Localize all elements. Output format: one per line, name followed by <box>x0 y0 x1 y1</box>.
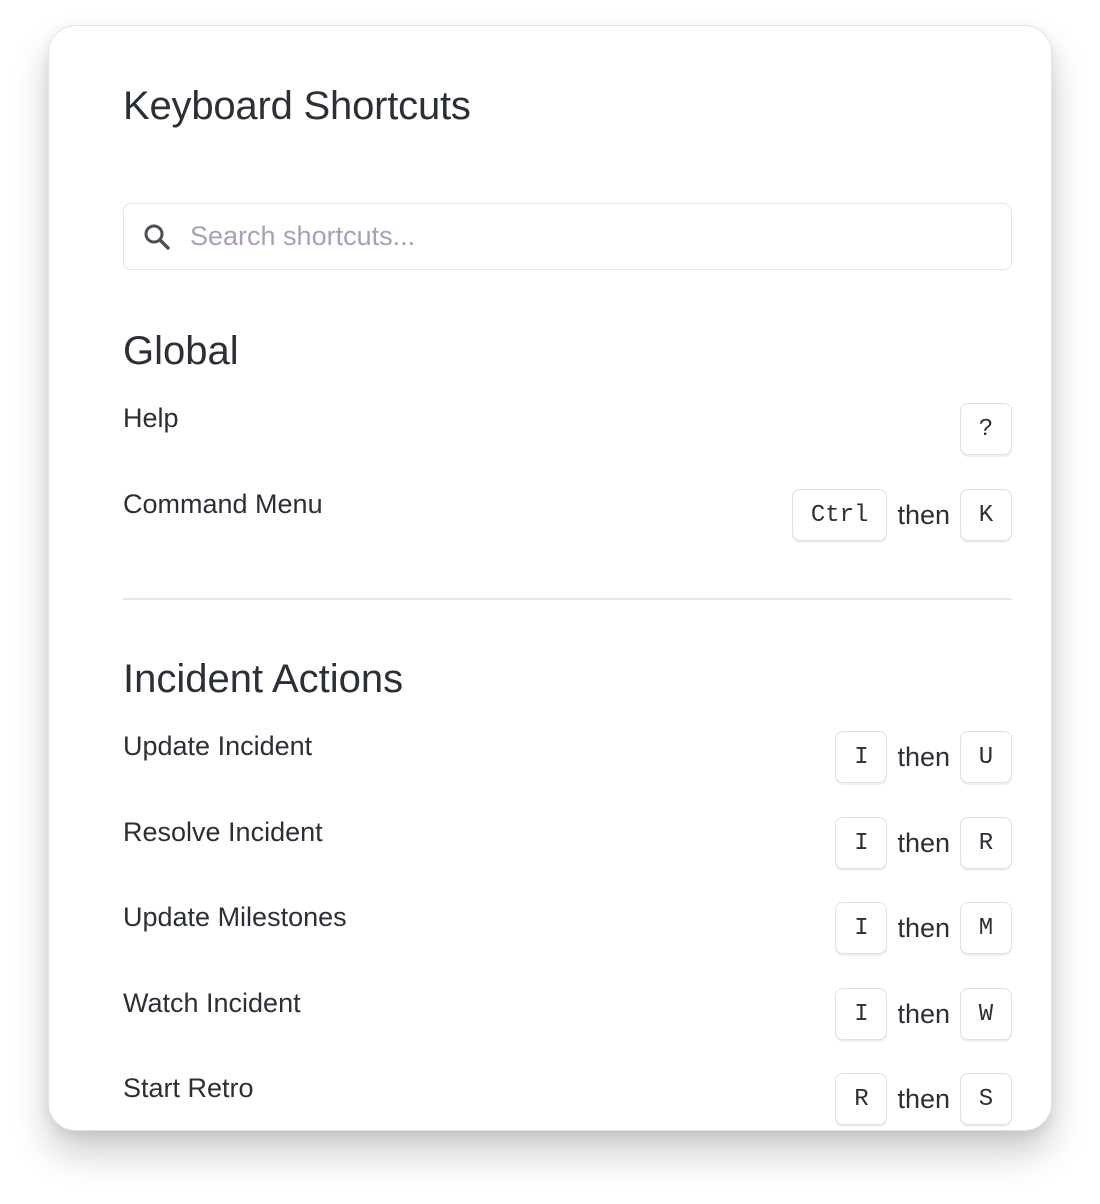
key-cap: I <box>835 731 888 783</box>
section-heading-global: Global <box>123 329 239 373</box>
key-cap: I <box>835 902 888 954</box>
shortcut-row-watch-incident: Watch Incident I then W <box>123 986 1012 1042</box>
shortcut-label: Watch Incident <box>123 988 301 1018</box>
key-cap: R <box>835 1073 888 1125</box>
key-cap: Ctrl <box>791 489 888 541</box>
shortcut-label: Resolve Incident <box>123 817 323 847</box>
section-divider <box>123 598 1012 600</box>
search-input[interactable] <box>190 221 970 252</box>
shortcut-keys: ? <box>960 401 1012 457</box>
key-cap: U <box>960 731 1012 783</box>
key-joiner: then <box>897 912 950 943</box>
key-cap: S <box>960 1073 1012 1125</box>
shortcut-label: Update Incident <box>123 731 313 761</box>
shortcut-label: Help <box>123 403 179 433</box>
shortcut-keys: I then M <box>835 900 1012 956</box>
key-joiner: then <box>897 998 950 1029</box>
shortcut-row-start-retro: Start Retro R then S <box>123 1071 1012 1127</box>
shortcut-keys: Ctrl then K <box>791 487 1012 543</box>
key-cap: W <box>960 988 1012 1040</box>
key-cap: R <box>960 817 1012 869</box>
shortcut-label: Command Menu <box>123 489 323 519</box>
shortcut-row-command-menu: Command Menu Ctrl then K <box>123 487 1012 543</box>
keyboard-shortcuts-dialog: Keyboard Shortcuts Global Help ? Command… <box>48 25 1052 1131</box>
shortcut-row-update-incident: Update Incident I then U <box>123 729 1012 785</box>
key-joiner: then <box>897 499 950 530</box>
search-box[interactable] <box>123 203 1012 270</box>
key-cap: K <box>960 489 1012 541</box>
shortcut-label: Start Retro <box>123 1073 254 1103</box>
shortcut-keys: I then W <box>835 986 1012 1042</box>
key-cap: I <box>835 817 888 869</box>
shortcut-keys: I then U <box>835 729 1012 785</box>
key-cap: I <box>835 988 888 1040</box>
shortcut-row-help: Help ? <box>123 401 1012 457</box>
shortcut-row-update-milestones: Update Milestones I then M <box>123 900 1012 956</box>
key-cap: ? <box>960 403 1012 455</box>
shortcut-keys: I then R <box>835 815 1012 871</box>
dialog-title: Keyboard Shortcuts <box>123 84 471 128</box>
section-heading-incident-actions: Incident Actions <box>123 657 404 701</box>
key-joiner: then <box>897 827 950 858</box>
shortcut-label: Update Milestones <box>123 902 347 932</box>
search-icon <box>142 222 172 252</box>
key-cap: M <box>960 902 1012 954</box>
shortcut-keys: R then S <box>835 1071 1012 1127</box>
key-joiner: then <box>897 1083 950 1114</box>
shortcut-row-resolve-incident: Resolve Incident I then R <box>123 815 1012 871</box>
key-joiner: then <box>897 741 950 772</box>
